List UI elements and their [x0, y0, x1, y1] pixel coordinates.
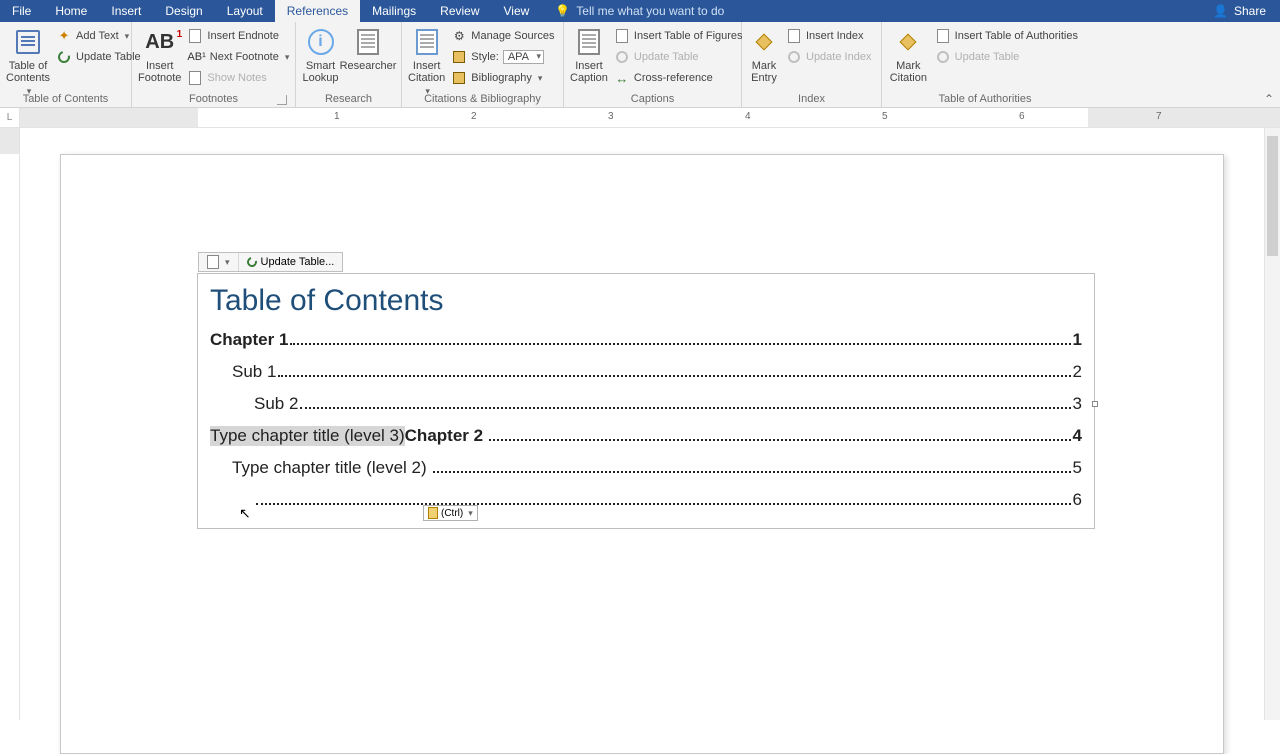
insert-index-icon	[788, 29, 800, 43]
next-footnote-icon: AB¹	[187, 51, 205, 63]
mark-entry-icon	[756, 34, 773, 51]
manage-sources-button[interactable]: ⚙ Manage Sources	[447, 26, 558, 46]
mark-citation-button[interactable]: MarkCitation	[888, 24, 929, 84]
share-label: Share	[1234, 4, 1266, 18]
insert-table-of-authorities-button[interactable]: Insert Table of Authorities	[931, 26, 1082, 46]
table-of-contents-button[interactable]: Table ofContents ▾	[6, 24, 50, 97]
manage-sources-icon: ⚙	[454, 29, 465, 43]
group-label-index: Index	[798, 93, 825, 105]
figures-icon	[616, 29, 628, 43]
smart-lookup-button[interactable]: i SmartLookup	[302, 24, 339, 84]
show-notes-icon	[189, 71, 201, 85]
add-text-icon: ✦	[59, 28, 70, 44]
add-text-button[interactable]: ✦ Add Text▾	[52, 26, 145, 46]
researcher-icon	[357, 29, 379, 55]
insert-endnote-button[interactable]: Insert Endnote	[183, 26, 293, 46]
bibliography-button[interactable]: Bibliography▾	[447, 68, 558, 88]
ribbon: Table ofContents ▾ ✦ Add Text▾ Update Ta…	[0, 22, 1280, 108]
tab-insert[interactable]: Insert	[99, 0, 153, 22]
vertical-scrollbar[interactable]	[1264, 128, 1280, 720]
toc-entry[interactable]: Sub 12	[210, 362, 1082, 382]
bibliography-icon	[453, 72, 465, 84]
insert-index-button[interactable]: Insert Index	[782, 26, 875, 46]
tab-selector[interactable]: L	[0, 108, 20, 127]
ruler-row: L 1 2 3 4 5 6 7	[0, 108, 1280, 128]
update-authorities-button[interactable]: Update Table	[931, 47, 1082, 67]
tell-me-search[interactable]: 💡 Tell me what you want to do	[541, 0, 724, 22]
refresh-icon	[786, 49, 802, 65]
toc-entry[interactable]: Type chapter title (level 3) Chapter 2 4	[210, 426, 1082, 446]
scrollbar-thumb[interactable]	[1267, 136, 1278, 256]
toc-entry[interactable]: 6	[210, 490, 1082, 510]
footnote-icon: AB1	[145, 31, 174, 54]
footnotes-launcher[interactable]	[277, 95, 287, 105]
horizontal-ruler[interactable]: 1 2 3 4 5 6 7	[20, 108, 1280, 127]
resize-handle[interactable]	[1092, 401, 1098, 407]
vertical-ruler[interactable]	[0, 128, 20, 720]
authorities-icon	[937, 29, 949, 43]
tell-me-label: Tell me what you want to do	[576, 4, 724, 18]
tab-view[interactable]: View	[492, 0, 542, 22]
refresh-icon	[934, 49, 950, 65]
tab-home[interactable]: Home	[43, 0, 99, 22]
cross-reference-button[interactable]: ↔ Cross-reference	[610, 68, 747, 88]
bulb-icon: 💡	[555, 4, 570, 18]
collapse-ribbon-button[interactable]: ⌃	[1264, 92, 1274, 106]
endnote-icon	[189, 29, 201, 43]
tab-file[interactable]: File	[0, 0, 43, 22]
toc-entry[interactable]: Type chapter title (level 2)5	[210, 458, 1082, 478]
paste-icon	[428, 507, 438, 519]
insert-table-of-figures-button[interactable]: Insert Table of Figures	[610, 26, 747, 46]
toc-field[interactable]: ▾ Update Table... Table of Contents Chap…	[197, 273, 1095, 529]
toc-menu-icon	[207, 255, 219, 269]
tab-references[interactable]: References	[275, 0, 360, 22]
paste-options-button[interactable]: (Ctrl)▾	[423, 505, 478, 521]
insert-citation-button[interactable]: InsertCitation ▾	[408, 24, 445, 97]
refresh-icon	[614, 49, 630, 65]
tab-strip: File Home Insert Design Layout Reference…	[0, 0, 1280, 22]
group-label-footnotes: Footnotes	[189, 93, 238, 105]
toc-title: Table of Contents	[210, 284, 1082, 318]
refresh-icon	[56, 49, 72, 65]
smart-lookup-icon: i	[308, 29, 334, 55]
group-label-research: Research	[325, 93, 372, 105]
toc-menu-button[interactable]: ▾	[199, 253, 239, 271]
mark-entry-button[interactable]: MarkEntry	[748, 24, 780, 84]
group-label-captions: Captions	[631, 93, 674, 105]
group-label-citations: Citations & Bibliography	[424, 93, 541, 105]
tab-review[interactable]: Review	[428, 0, 491, 22]
show-notes-button[interactable]: Show Notes	[183, 68, 293, 88]
insert-caption-button[interactable]: InsertCaption	[570, 24, 608, 84]
share-icon: 👤	[1213, 4, 1228, 18]
tab-design[interactable]: Design	[153, 0, 214, 22]
update-table-captions-button[interactable]: Update Table	[610, 47, 747, 67]
toc-entry[interactable]: Chapter 11	[210, 330, 1082, 350]
selected-text: Type chapter title (level 3)	[210, 426, 405, 446]
toc-field-toolbar: ▾ Update Table...	[198, 252, 343, 272]
toc-update-button[interactable]: Update Table...	[239, 253, 343, 271]
book-icon	[16, 30, 40, 54]
style-dropdown[interactable]: Style: APA▾	[447, 47, 558, 67]
citation-icon	[416, 29, 438, 55]
toc-entry[interactable]: Sub 23	[210, 394, 1082, 414]
tab-mailings[interactable]: Mailings	[360, 0, 428, 22]
update-table-button[interactable]: Update Table	[52, 47, 145, 67]
insert-footnote-button[interactable]: AB1 InsertFootnote	[138, 24, 181, 84]
style-value[interactable]: APA▾	[503, 50, 544, 64]
researcher-button[interactable]: Researcher	[341, 24, 395, 72]
mark-citation-icon	[900, 34, 917, 51]
style-icon	[453, 51, 465, 63]
update-index-button[interactable]: Update Index	[782, 47, 875, 67]
group-label-authorities: Table of Authorities	[939, 93, 1032, 105]
page[interactable]: ▾ Update Table... Table of Contents Chap…	[60, 154, 1224, 754]
tab-layout[interactable]: Layout	[215, 0, 275, 22]
toc-label: Table ofContents	[6, 60, 50, 84]
share-button[interactable]: 👤 Share	[1199, 0, 1280, 22]
refresh-icon	[245, 255, 259, 269]
group-label-toc: Table of Contents	[23, 93, 109, 105]
cross-reference-icon: ↔	[615, 71, 628, 86]
caption-icon	[578, 29, 600, 55]
next-footnote-button[interactable]: AB¹ Next Footnote▾	[183, 47, 293, 67]
document-area[interactable]: ▾ Update Table... Table of Contents Chap…	[20, 128, 1264, 720]
